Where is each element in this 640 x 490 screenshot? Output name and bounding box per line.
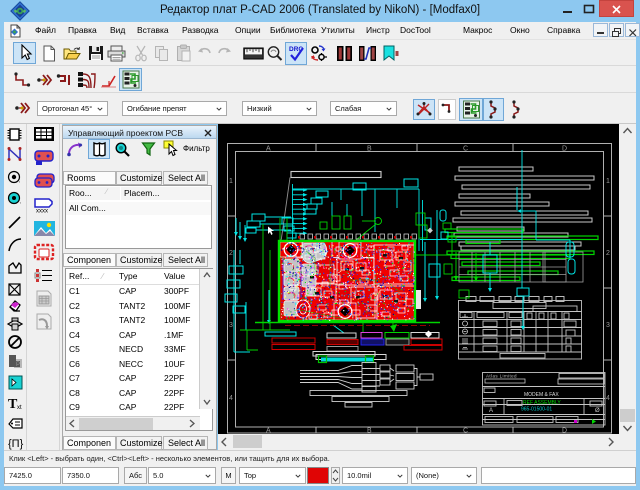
svg-text:P: P <box>16 362 20 368</box>
svg-text:A: A <box>266 146 271 153</box>
svg-text:xt: xt <box>17 405 22 411</box>
svg-text:3: 3 <box>229 322 233 329</box>
svg-text:1: 1 <box>606 178 610 185</box>
svg-text:,: , <box>20 199 21 205</box>
svg-text:MODEM & FAX: MODEM & FAX <box>524 392 559 398</box>
svg-text:REF ASSEMBLY: REF ASSEMBLY <box>523 400 561 406</box>
svg-text:B: B <box>367 146 372 153</box>
svg-text:2: 2 <box>606 250 610 257</box>
svg-text:3: 3 <box>606 322 610 329</box>
svg-text:1: 1 <box>229 178 233 185</box>
svg-text:965-01500-01: 965-01500-01 <box>521 407 552 413</box>
svg-text:4: 4 <box>606 395 610 402</box>
svg-text:Ø: Ø <box>595 408 600 414</box>
svg-text:Atlas Limited: Atlas Limited <box>486 374 517 379</box>
svg-text:A: A <box>489 408 493 414</box>
svg-text:4: 4 <box>229 395 233 402</box>
svg-text:{П}: {П} <box>8 438 24 450</box>
svg-text:,: , <box>19 178 20 184</box>
svg-text:D: D <box>562 146 567 153</box>
svg-text:C: C <box>463 146 468 153</box>
svg-text:2: 2 <box>229 250 233 257</box>
svg-text:xxxx: xxxx <box>36 209 48 215</box>
